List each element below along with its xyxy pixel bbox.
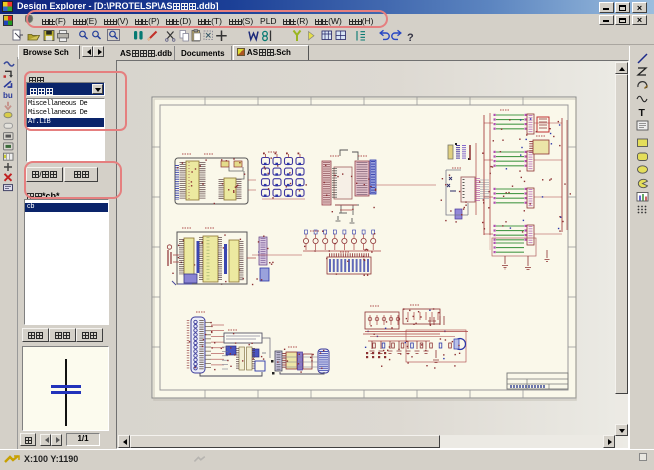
svg-text:T: T: [639, 107, 646, 119]
svg-text:?: ?: [407, 32, 414, 44]
svg-text:bu: bu: [3, 91, 13, 100]
